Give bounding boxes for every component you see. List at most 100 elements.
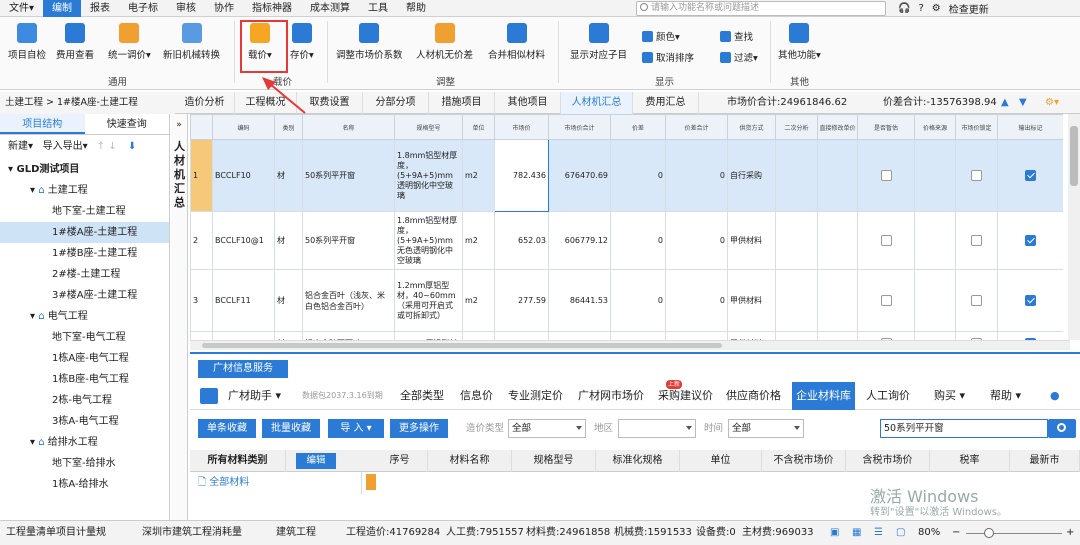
grid-column-header[interactable]: [190, 114, 213, 140]
cell-supply-mode[interactable]: 甲供材料: [727, 269, 776, 332]
tab-labor-material-summary[interactable]: 人材机汇总: [561, 92, 633, 114]
cell-unit[interactable]: m2: [462, 269, 495, 332]
nav-professional-price[interactable]: 专业测定价: [508, 382, 563, 410]
zoom-in-icon[interactable]: +: [1066, 521, 1074, 545]
tree-node[interactable]: ▾ ⌂ 电气工程: [0, 306, 169, 327]
col-price-no-tax[interactable]: 不含税市场价: [762, 450, 846, 472]
headset-icon[interactable]: 🎧: [898, 3, 910, 14]
menu-audit[interactable]: 审核: [167, 0, 205, 17]
zoom-slider[interactable]: [966, 533, 1062, 534]
cell-supply-mode[interactable]: 甲供材料: [727, 331, 776, 340]
cell-category[interactable]: 材: [274, 139, 303, 212]
keyword-input[interactable]: 50系列平开窗: [880, 419, 1048, 438]
chevron-down-icon[interactable]: ▾: [30, 311, 38, 322]
zoom-slider-handle[interactable]: [984, 528, 994, 538]
tree-node[interactable]: 地下室-给排水: [0, 453, 169, 474]
cell-code[interactable]: BCCLF10: [212, 139, 275, 212]
output-checkbox[interactable]: [1025, 235, 1036, 246]
tab-material-info-service[interactable]: 广材信息服务: [198, 360, 288, 378]
tab-measures[interactable]: 措施项目: [429, 92, 495, 114]
cost-view-button[interactable]: 费用查看: [56, 23, 94, 61]
row-number[interactable]: 3: [190, 269, 213, 332]
estimate-checkbox[interactable]: [880, 295, 892, 306]
output-checkbox[interactable]: [1025, 295, 1036, 306]
machine-convert-button[interactable]: 新旧机械转换: [163, 23, 220, 61]
function-search-input[interactable]: 请输入功能名称或问题描述: [636, 1, 886, 16]
menu-report[interactable]: 报表: [81, 0, 119, 17]
tab-overview[interactable]: 工程概况: [235, 92, 297, 114]
nav-help[interactable]: 帮助 ▾: [990, 382, 1021, 410]
expand-icon[interactable]: »: [171, 120, 187, 130]
cell-diff[interactable]: 0: [610, 331, 666, 340]
zoom-out-icon[interactable]: −: [952, 521, 960, 545]
nav-info-price[interactable]: 信息价: [460, 382, 493, 410]
nav-all-types[interactable]: 全部类型: [400, 382, 444, 410]
move-down-icon[interactable]: ↓: [108, 141, 116, 152]
settings-icon[interactable]: ⚙▾: [1045, 92, 1059, 114]
new-button[interactable]: 新建▾: [8, 141, 33, 152]
lock-checkbox[interactable]: [971, 235, 982, 246]
list-view-icon[interactable]: ☰: [874, 521, 883, 545]
grid-column-header[interactable]: 市场价合计: [548, 114, 611, 140]
adjust-market-coef-button[interactable]: 调整市场价系数: [336, 23, 403, 61]
tab-sections[interactable]: 分部分项: [363, 92, 429, 114]
cell-supply-mode[interactable]: 自行采购: [727, 139, 776, 212]
cell-code[interactable]: BCCLF11: [212, 269, 275, 332]
cell-market-price[interactable]: 652.03: [494, 211, 549, 270]
cell-code[interactable]: BCCLF10@1: [212, 211, 275, 270]
batch-favorite-button[interactable]: 批量收藏: [262, 419, 320, 438]
cell-price-source[interactable]: [914, 211, 956, 270]
grid-column-header[interactable]: 名称: [302, 114, 395, 140]
lock-checkbox[interactable]: [971, 170, 982, 181]
cell-diff-total[interactable]: 0: [665, 269, 728, 332]
nav-labor-inquiry[interactable]: 人工询价: [866, 382, 910, 410]
row-number[interactable]: 2: [190, 211, 213, 270]
chevron-down-icon[interactable]: ▾: [30, 437, 38, 448]
nav-enterprise-library[interactable]: 企业材料库: [792, 382, 855, 410]
row-number[interactable]: 4: [190, 331, 213, 340]
tab-other-items[interactable]: 其他项目: [495, 92, 561, 114]
unified-price-button[interactable]: 统一调价▾: [108, 23, 151, 61]
table-row[interactable]: 4BCCLF12材铝合金防雨百叶1.2mm厚铝型材m2391.57121934.…: [190, 331, 1063, 340]
grid-column-header[interactable]: 类别: [274, 114, 303, 140]
cell-spec[interactable]: 1.8mm铝型材厚度，(5+9A+5)mm透明钢化中空玻璃: [394, 139, 463, 212]
col-std-spec[interactable]: 标准化规格: [596, 450, 680, 472]
row-number[interactable]: 1: [190, 139, 213, 212]
lock-checkbox[interactable]: [971, 295, 982, 306]
other-functions-button[interactable]: 其他功能▾: [778, 23, 821, 61]
grid-column-header[interactable]: 供货方式: [727, 114, 776, 140]
cell-category[interactable]: 材: [274, 269, 303, 332]
window-icon[interactable]: ▢: [896, 521, 905, 545]
arrow-up-icon[interactable]: ▲: [1001, 92, 1009, 114]
col-tax-rate[interactable]: 税率: [930, 450, 1010, 472]
estimate-checkbox[interactable]: [880, 235, 892, 246]
cell-price-source[interactable]: [914, 331, 956, 340]
table-row[interactable]: 3 BCCLF11 材铝合金百叶（浅灰、米白色铝合金百叶） 1.2mm厚铝型材，40~…: [190, 269, 1063, 332]
edit-category-button[interactable]: 编辑: [296, 453, 336, 469]
price-type-select[interactable]: 全部: [508, 419, 586, 438]
cell-unit[interactable]: m2: [462, 331, 495, 340]
show-subitem-button[interactable]: 显示对应子目: [570, 23, 627, 61]
single-favorite-button[interactable]: 单条收藏: [198, 419, 256, 438]
cell-unit[interactable]: m2: [462, 211, 495, 270]
merge-materials-button[interactable]: 合并相似材料: [488, 23, 545, 61]
tree-node[interactable]: 1栋B座-电气工程: [0, 369, 169, 390]
cell-direct-edit[interactable]: [817, 269, 858, 332]
tab-fee-summary[interactable]: 费用汇总: [633, 92, 699, 114]
col-spec[interactable]: 规格型号: [512, 450, 596, 472]
menu-file[interactable]: 文件▾: [0, 0, 43, 17]
import-export-button[interactable]: 导入导出▾: [43, 141, 88, 152]
cell-code[interactable]: BCCLF12: [212, 331, 275, 340]
cell-spec[interactable]: 1.8mm铝型材厚度，(5+9A+5)mm无色透明钢化中空玻璃: [394, 211, 463, 270]
menu-ebid[interactable]: 电子标: [119, 0, 167, 17]
guangcai-assistant-menu[interactable]: 广材助手 ▾: [228, 382, 281, 410]
table-row[interactable]: 1 BCCLF10 材 50系列平开窗 1.8mm铝型材厚度，(5+9A+5)mm透明钢…: [190, 139, 1063, 212]
cell-secondary-analysis[interactable]: [775, 211, 818, 270]
nav-supplier-price[interactable]: 供应商价格: [726, 382, 781, 410]
grid-column-header[interactable]: 是否暂估: [857, 114, 915, 140]
menu-tools[interactable]: 工具: [359, 0, 397, 17]
menu-edit[interactable]: 编制: [43, 0, 82, 17]
nav-purchase-advice[interactable]: 采购建议价 上新: [658, 380, 713, 410]
estimate-checkbox[interactable]: [880, 170, 892, 181]
tree-node[interactable]: ▾ GLD测试项目: [0, 159, 169, 180]
